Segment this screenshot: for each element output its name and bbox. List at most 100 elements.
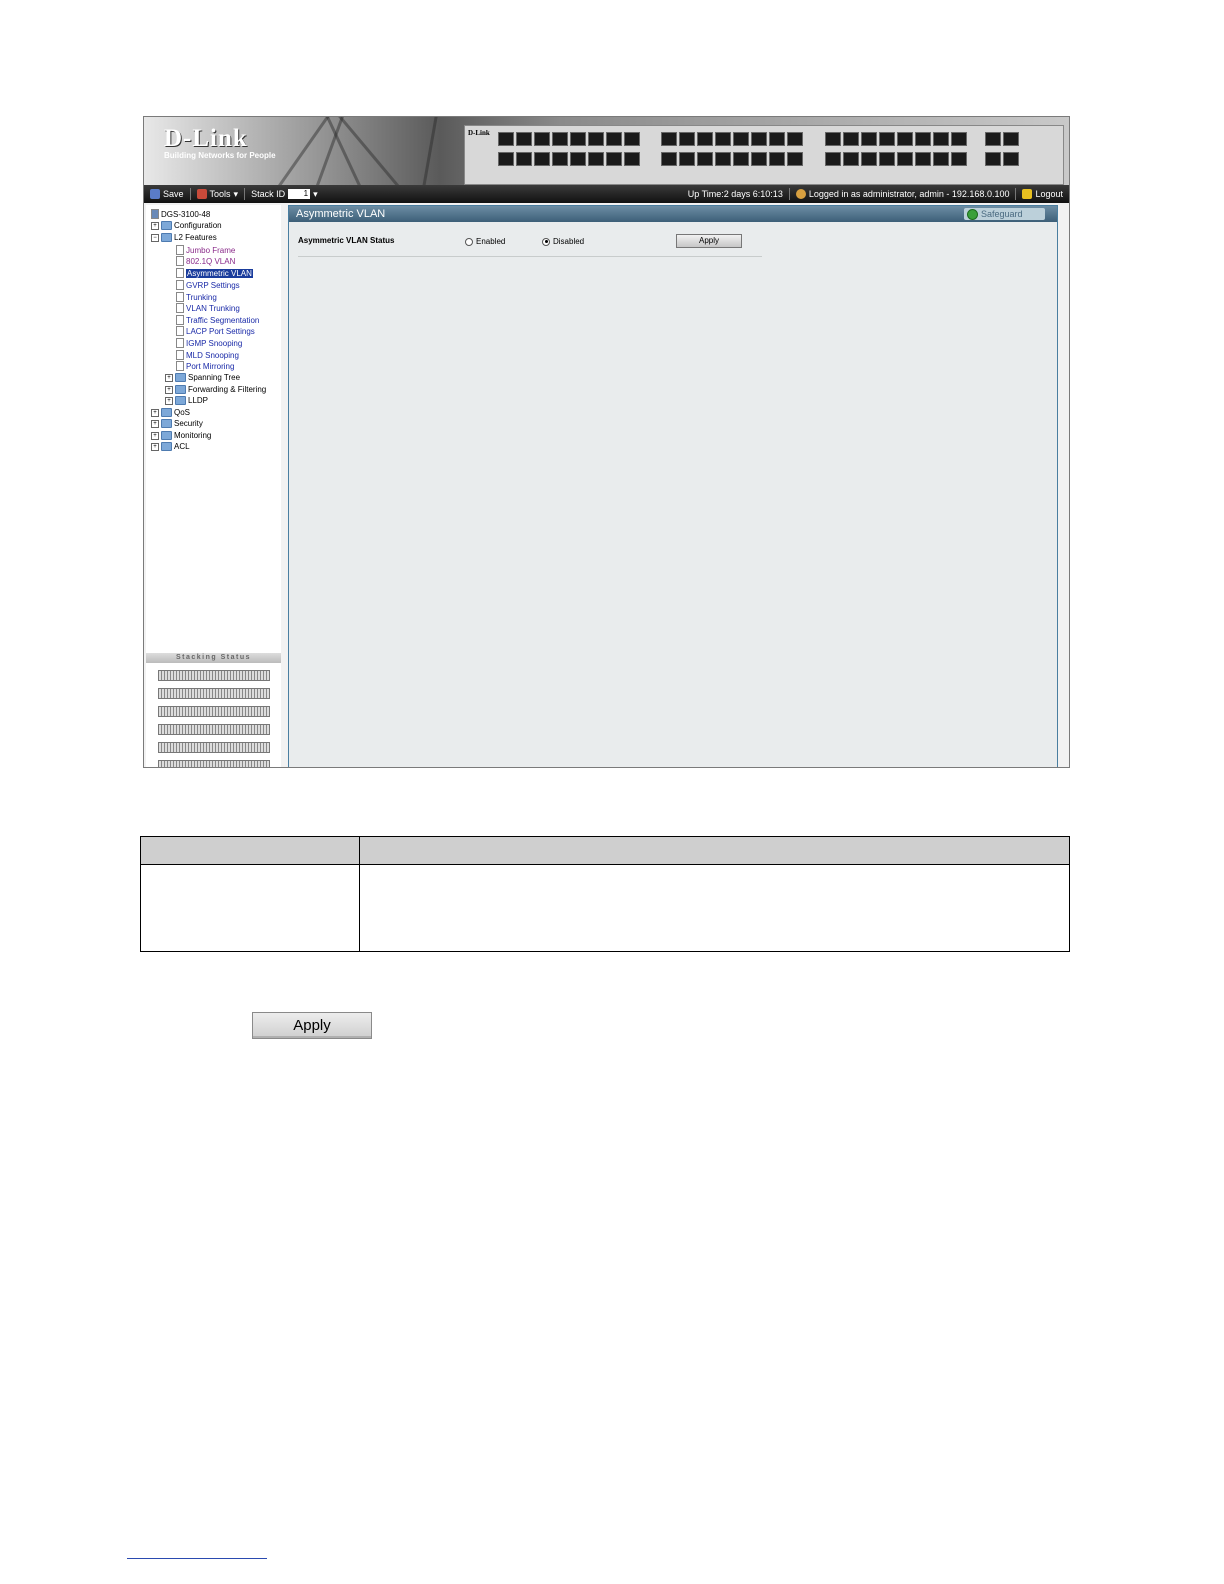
disabled-label: Disabled	[553, 237, 585, 246]
tree-item-port-mirroring[interactable]: Port Mirroring	[176, 361, 234, 371]
disabled-radio[interactable]: Disabled	[542, 237, 584, 246]
uptime: Up Time:2 days 6:10:13	[682, 188, 790, 200]
switch-front-panel[interactable]: D-Link	[464, 125, 1064, 185]
radio-on-icon[interactable]	[542, 237, 550, 246]
save-label: Save	[163, 189, 184, 199]
apply-button[interactable]: Apply	[676, 234, 742, 248]
stack-id-group: Stack ID 1 ▾	[245, 188, 324, 200]
logout-label: Logout	[1035, 189, 1063, 199]
brand-tagline: Building Networks for People	[164, 151, 276, 160]
expand-icon: +	[165, 396, 173, 405]
tree-item-monitoring[interactable]: + Monitoring	[151, 431, 211, 440]
safeguard-icon	[967, 208, 978, 220]
stack-unit[interactable]	[158, 670, 270, 681]
folder-icon	[175, 385, 186, 394]
tree-root[interactable]: DGS-3100-48	[151, 209, 210, 219]
content-panel: Asymmetric VLAN Safeguard Asymmetric VLA…	[288, 205, 1058, 767]
parameter-table	[140, 836, 1070, 952]
port-group-3	[825, 132, 967, 166]
save-icon	[150, 189, 160, 199]
page-icon	[176, 338, 184, 348]
stack-unit[interactable]	[158, 688, 270, 699]
tree-item-jumbo-frame[interactable]: Jumbo Frame	[176, 245, 235, 255]
apply-button-illustration: Apply	[252, 1012, 372, 1039]
stack-unit[interactable]	[158, 724, 270, 735]
stack-unit[interactable]	[158, 706, 270, 717]
tree-item-traffic-segmentation[interactable]: Traffic Segmentation	[176, 315, 259, 325]
page-icon	[176, 245, 184, 255]
switch-icon	[151, 209, 159, 219]
tree-item-forwarding-filtering[interactable]: + Forwarding & Filtering	[165, 385, 266, 394]
expand-icon: +	[151, 442, 159, 451]
tree-item-configuration[interactable]: + Configuration	[151, 221, 222, 230]
stack-id-select[interactable]: 1	[288, 189, 311, 199]
page-icon	[176, 326, 184, 336]
expand-icon: +	[165, 385, 173, 394]
folder-icon	[161, 408, 172, 417]
tree-item-acl[interactable]: + ACL	[151, 442, 190, 451]
stack-unit[interactable]	[158, 742, 270, 753]
tree-item-mld-snooping[interactable]: MLD Snooping	[176, 350, 239, 360]
chevron-down-icon[interactable]: ▾	[313, 189, 318, 200]
page-icon	[176, 361, 184, 371]
safeguard-badge[interactable]: Safeguard	[964, 208, 1045, 220]
dlink-logo: D-Link Building Networks for People	[164, 125, 276, 160]
logout-button[interactable]: Logout	[1016, 188, 1069, 200]
port-group-2	[661, 132, 803, 166]
tree-item-8021q-vlan[interactable]: 802.1Q VLAN	[176, 256, 235, 266]
tree-item-asymmetric-vlan[interactable]: Asymmetric VLAN	[176, 268, 253, 278]
expand-icon: +	[151, 408, 159, 417]
stacking-status-title: Stacking Status	[146, 653, 281, 663]
tools-label: Tools	[209, 189, 231, 199]
folder-icon	[161, 442, 172, 451]
page-icon	[176, 268, 184, 278]
page-icon	[176, 292, 184, 302]
footer-rule	[127, 1558, 267, 1559]
folder-icon	[161, 419, 172, 428]
page-icon	[176, 315, 184, 325]
page-icon	[176, 280, 184, 290]
tree-item-qos[interactable]: + QoS	[151, 408, 190, 417]
tree-item-vlan-trunking[interactable]: VLAN Trunking	[176, 303, 240, 313]
app-screenshot: D-Link Building Networks for People D-Li…	[143, 116, 1070, 768]
tree-item-lacp-port-settings[interactable]: LACP Port Settings	[176, 326, 255, 336]
collapse-icon: −	[151, 233, 159, 242]
tree-item-igmp-snooping[interactable]: IGMP Snooping	[176, 338, 242, 348]
user-icon	[795, 189, 806, 199]
panel-logo: D-Link	[468, 129, 490, 137]
tree-item-gvrp-settings[interactable]: GVRP Settings	[176, 280, 240, 290]
page-title: Asymmetric VLAN	[296, 208, 386, 220]
stacking-status-panel: Stacking Status	[146, 653, 281, 767]
tools-menu[interactable]: Tools ▾	[191, 188, 246, 200]
banner: D-Link Building Networks for People D-Li…	[144, 117, 1069, 185]
radio-off-icon[interactable]	[465, 237, 473, 246]
port-group-1	[498, 132, 640, 166]
folder-icon	[161, 221, 172, 230]
table-divider	[359, 837, 360, 951]
tree-item-trunking[interactable]: Trunking	[176, 292, 217, 302]
expand-icon: +	[165, 373, 173, 382]
table-header-row	[141, 837, 1069, 865]
toolbar: Save Tools ▾ Stack ID 1 ▾ Up Time:2 days…	[144, 185, 1069, 203]
safeguard-label: Safeguard	[981, 209, 1023, 219]
folder-icon	[175, 396, 186, 405]
tree-item-l2-features[interactable]: − L2 Features	[151, 233, 217, 242]
stack-unit[interactable]	[158, 760, 270, 767]
tree-item-security[interactable]: + Security	[151, 419, 203, 428]
port-group-sfp	[985, 132, 1019, 166]
page-icon	[176, 303, 184, 313]
key-icon	[1022, 189, 1033, 199]
save-button[interactable]: Save	[144, 188, 191, 200]
expand-icon: +	[151, 221, 159, 230]
tree-item-lldp[interactable]: + LLDP	[165, 396, 208, 405]
chevron-down-icon: ▾	[233, 188, 239, 199]
page-icon	[176, 256, 184, 266]
folder-open-icon	[161, 233, 172, 242]
folder-icon	[161, 431, 172, 440]
page-title-bar: Asymmetric VLAN Safeguard	[289, 206, 1057, 222]
folder-icon	[175, 373, 186, 382]
asymmetric-vlan-status-label: Asymmetric VLAN Status	[298, 236, 395, 245]
enabled-radio[interactable]: Enabled	[465, 237, 505, 246]
tree-item-spanning-tree[interactable]: + Spanning Tree	[165, 373, 240, 382]
enabled-label: Enabled	[476, 237, 506, 246]
